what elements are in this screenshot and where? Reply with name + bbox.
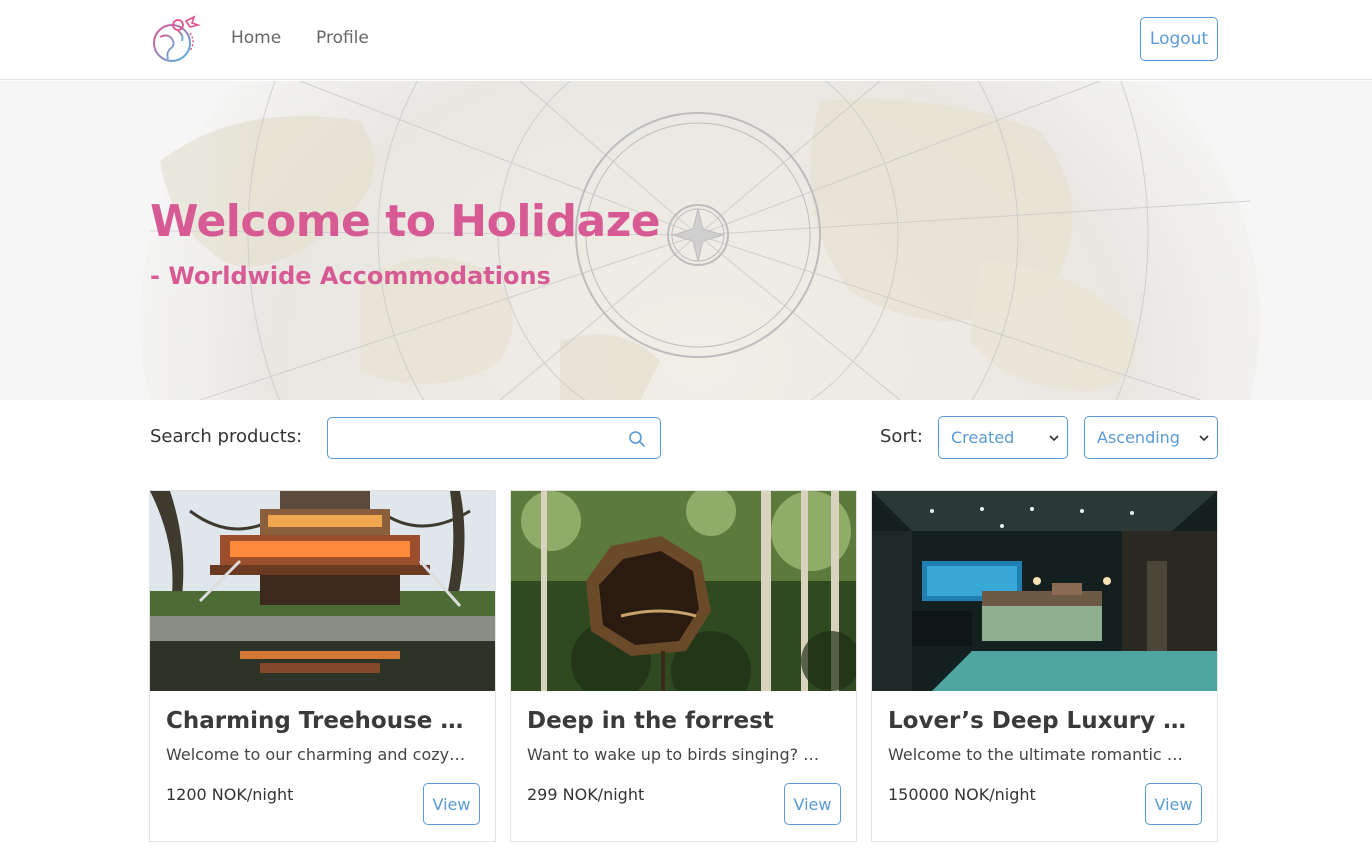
- search-label: Search products:: [150, 426, 303, 447]
- product-description: Want to wake up to birds singing? Or the…: [527, 745, 827, 764]
- navbar: Home Profile Logout: [0, 0, 1372, 80]
- hero-banner: Welcome to Holidaze - Worldwide Accommod…: [0, 81, 1372, 400]
- hero-title: Welcome to Holidaze: [150, 196, 661, 247]
- chevron-down-icon: [1199, 435, 1209, 442]
- submarine-bedroom-photo[interactable]: [872, 491, 1217, 691]
- product-card: Deep in the forrest Want to wake up to b…: [510, 490, 857, 842]
- search-input[interactable]: [336, 424, 616, 452]
- sort-order-value: Ascending: [1097, 428, 1180, 447]
- product-description: Welcome to our charming and cozy treehou…: [166, 745, 466, 764]
- product-description: Welcome to the ultimate romantic getaway: [888, 745, 1188, 764]
- hero-subtitle: - Worldwide Accommodations: [150, 262, 551, 290]
- product-title: Lover’s Deep Luxury Submarine: [888, 708, 1188, 734]
- search-field[interactable]: [327, 417, 661, 459]
- sort-field-value: Created: [951, 428, 1015, 447]
- product-title: Charming Treehouse - Enjoy nature: [166, 708, 466, 734]
- sort-label: Sort:: [880, 426, 923, 447]
- nav-home-link[interactable]: Home: [231, 28, 281, 48]
- sort-field-select[interactable]: Created: [938, 416, 1068, 459]
- product-price: 299 NOK/night: [527, 785, 645, 804]
- forest-cabin-photo[interactable]: [511, 491, 856, 691]
- product-title: Deep in the forrest: [527, 708, 774, 734]
- sort-order-select[interactable]: Ascending: [1084, 416, 1218, 459]
- chevron-down-icon: [1049, 435, 1059, 442]
- product-price: 150000 NOK/night: [888, 785, 1036, 804]
- treehouse-photo[interactable]: [150, 491, 495, 691]
- nav-profile-link[interactable]: Profile: [316, 28, 369, 48]
- view-button[interactable]: View: [1145, 783, 1202, 825]
- product-price: 1200 NOK/night: [166, 785, 294, 804]
- logout-button[interactable]: Logout: [1140, 17, 1218, 61]
- product-card: Lover’s Deep Luxury Submarine Welcome to…: [871, 490, 1218, 842]
- product-card: Charming Treehouse - Enjoy nature Welcom…: [149, 490, 496, 842]
- view-button[interactable]: View: [784, 783, 841, 825]
- search-icon[interactable]: [628, 430, 646, 448]
- view-button[interactable]: View: [423, 783, 480, 825]
- globe-plane-logo-icon[interactable]: [150, 15, 202, 65]
